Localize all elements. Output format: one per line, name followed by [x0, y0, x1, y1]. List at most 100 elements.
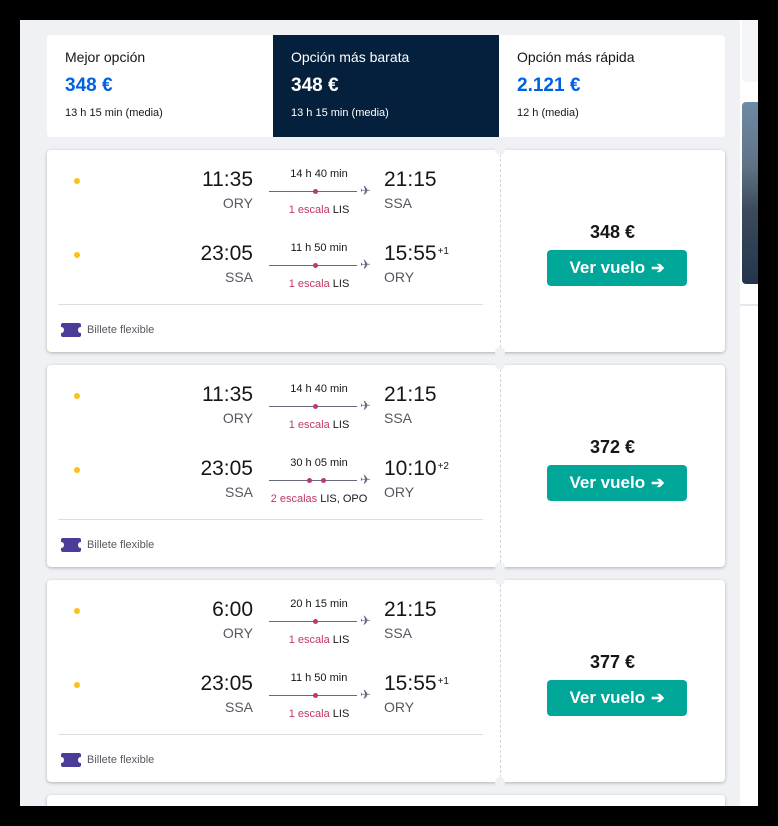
sort-tabs: Mejor opción 348 € 13 h 15 min (media) O… — [47, 35, 725, 137]
arrival: 21:15 SSA — [384, 168, 438, 211]
airline-logo — [59, 457, 123, 487]
tab-best[interactable]: Mejor opción 348 € 13 h 15 min (media) — [47, 35, 273, 137]
stops-info[interactable]: 1 escala LIS — [259, 708, 379, 720]
price-label: 377 € — [589, 652, 636, 672]
side-panel-top — [742, 20, 758, 82]
departure: 23:05 SSA — [200, 457, 253, 500]
stops-airports: LIS — [332, 634, 350, 646]
flight-duration: 14 h 40 min — [290, 383, 348, 395]
tab-label: Opción más rápida — [517, 49, 635, 65]
side-panel — [740, 20, 758, 806]
button-label: Ver vuelo — [569, 688, 646, 707]
result-card[interactable]: 11:35 ORY 14 h 40 min ✈ 1 escala LIS 21:… — [47, 360, 725, 572]
flexible-label: Billete flexible — [87, 539, 155, 551]
plane-icon: ✈ — [360, 687, 371, 702]
view-flight-button[interactable]: Ver vuelo ➔ — [547, 250, 687, 286]
flight-duration: 11 h 50 min — [290, 242, 348, 254]
airline-logo — [59, 672, 123, 702]
arrival: 15:55+1 ORY — [384, 242, 449, 285]
stops-info[interactable]: 1 escala LIS — [259, 634, 379, 646]
arrival-time-value: 21:15 — [384, 598, 437, 621]
route-line — [269, 693, 357, 698]
stops-count: 1 escala — [288, 204, 330, 216]
card-separator — [58, 304, 483, 305]
flexible-label: Billete flexible — [87, 754, 155, 766]
departure: 6:00 ORY — [212, 598, 253, 641]
tab-price: 2.121 € — [517, 75, 581, 96]
departure: 11:35 ORY — [202, 168, 253, 211]
departure-time: 6:00 — [212, 598, 253, 621]
arrival-day-offset: +1 — [437, 246, 449, 257]
arrival-time-value: 21:15 — [384, 383, 437, 406]
side-ad-image[interactable] — [742, 102, 758, 284]
stops-airports: LIS — [332, 419, 350, 431]
stops-count: 1 escala — [288, 708, 330, 720]
departure-time: 11:35 — [202, 383, 253, 406]
stops-info[interactable]: 2 escalas LIS, OPO — [259, 493, 379, 505]
stops-count: 1 escala — [288, 278, 330, 290]
arrival-airport: SSA — [384, 625, 413, 641]
route-line — [269, 263, 357, 268]
result-card[interactable]: 6:00 ORY 20 h 15 min ✈ 1 escala LIS 21:1… — [47, 575, 725, 787]
view-flight-button[interactable]: Ver vuelo ➔ — [547, 465, 687, 501]
route-line — [269, 619, 357, 624]
tab-cheapest[interactable]: Opción más barata 348 € 13 h 15 min (med… — [273, 35, 499, 137]
stops-info[interactable]: 1 escala LIS — [259, 419, 379, 431]
stops-count: 1 escala — [288, 634, 330, 646]
flight-leg: 23:05 SSA 11 h 50 min ✈ 1 escala LIS 15:… — [47, 672, 500, 732]
results-viewport: Mejor opción 348 € 13 h 15 min (media) O… — [20, 20, 758, 806]
arrival-time: 15:55+1 — [384, 242, 449, 266]
departure-time: 11:35 — [202, 168, 253, 191]
price-label: 372 € — [589, 437, 636, 457]
tab-price: 348 € — [291, 75, 339, 96]
arrival-time: 21:15 — [384, 168, 438, 192]
itinerary: 11:35 ORY 14 h 40 min ✈ 1 escala LIS 21:… — [47, 365, 500, 567]
next-result-card[interactable] — [47, 795, 725, 806]
arrow-right-icon: ➔ — [651, 690, 665, 707]
departure: 23:05 SSA — [200, 242, 253, 285]
stops-airports: LIS — [332, 708, 350, 720]
ticket-icon — [59, 323, 83, 337]
stops-info[interactable]: 1 escala LIS — [259, 278, 379, 290]
departure-time: 23:05 — [200, 672, 253, 695]
departure-airport: ORY — [222, 195, 253, 211]
flight-leg: 23:05 SSA 11 h 50 min ✈ 1 escala LIS 15:… — [47, 242, 500, 302]
arrival-airport: ORY — [384, 699, 415, 715]
plane-icon: ✈ — [360, 613, 371, 628]
airline-logo — [59, 383, 123, 413]
stops-airports: LIS — [332, 204, 350, 216]
ticket-icon — [59, 538, 83, 552]
arrival-time: 21:15 — [384, 598, 438, 622]
stop-dot — [313, 619, 318, 624]
stops-info[interactable]: 1 escala LIS — [259, 204, 379, 216]
button-label: Ver vuelo — [569, 258, 646, 277]
stops-airports: LIS, OPO — [320, 493, 368, 505]
departure: 11:35 ORY — [202, 383, 253, 426]
stop-dot — [313, 404, 318, 409]
flight-duration: 20 h 15 min — [290, 598, 348, 610]
tab-label: Mejor opción — [65, 49, 146, 65]
departure: 23:05 SSA — [200, 672, 253, 715]
view-flight-button[interactable]: Ver vuelo ➔ — [547, 680, 687, 716]
arrow-right-icon: ➔ — [651, 260, 665, 277]
departure-airport: ORY — [222, 410, 253, 426]
tab-duration: 13 h 15 min (media) — [65, 107, 163, 119]
side-divider — [740, 304, 758, 306]
arrival-airport: ORY — [384, 269, 415, 285]
airline-logo — [59, 168, 123, 198]
logo-dot — [74, 178, 80, 184]
arrival-time-value: 15:55 — [384, 672, 437, 695]
plane-icon: ✈ — [360, 398, 371, 413]
route-line — [269, 189, 357, 194]
tab-fastest[interactable]: Opción más rápida 2.121 € 12 h (media) — [499, 35, 725, 137]
arrival-day-offset: +1 — [437, 676, 449, 687]
flight-leg: 23:05 SSA 30 h 05 min ✈ 2 escalas LIS, O… — [47, 457, 500, 517]
arrival-time: 10:10+2 — [384, 457, 449, 481]
result-card[interactable]: 11:35 ORY 14 h 40 min ✈ 1 escala LIS 21:… — [47, 145, 725, 357]
route-line — [269, 404, 357, 409]
tab-duration: 13 h 15 min (media) — [291, 107, 389, 119]
logo-dot — [74, 682, 80, 688]
arrival: 21:15 SSA — [384, 598, 438, 641]
departure-airport: SSA — [224, 484, 253, 500]
price-panel: 372 € Ver vuelo ➔ — [500, 365, 725, 567]
